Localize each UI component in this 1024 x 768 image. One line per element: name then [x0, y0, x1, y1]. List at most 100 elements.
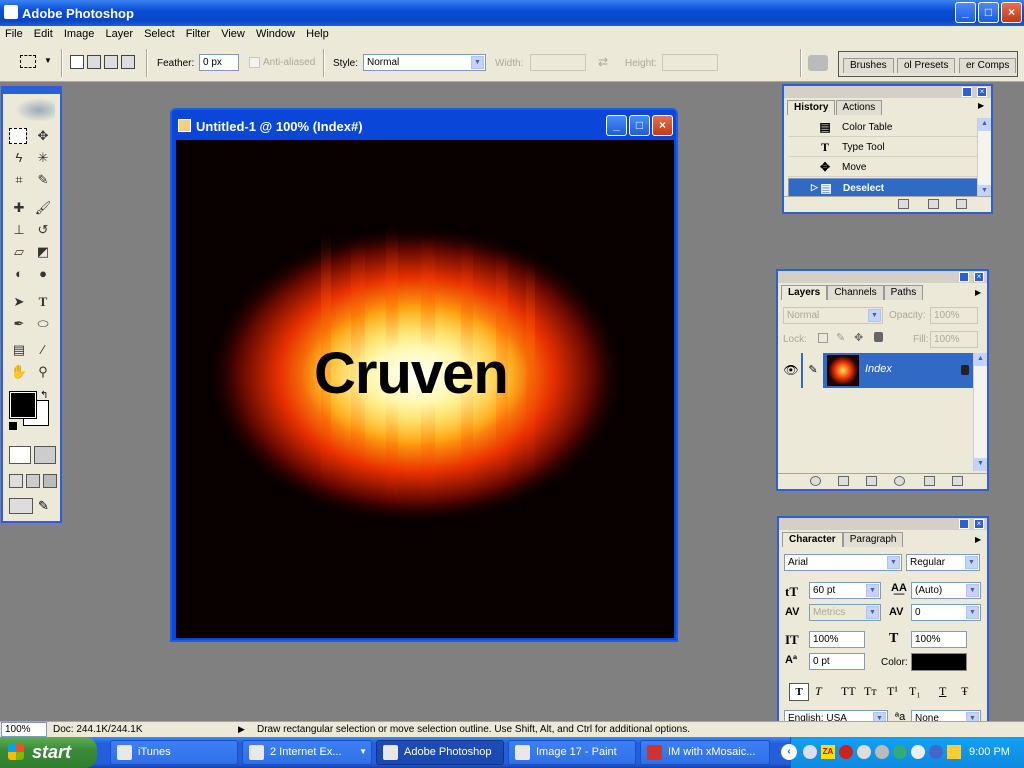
zoom-input[interactable]: 100% [1, 722, 47, 737]
opacity-input[interactable]: 100% [930, 307, 978, 324]
height-input[interactable] [662, 54, 718, 71]
tray-app-icon[interactable] [911, 745, 925, 759]
clone-stamp-icon[interactable]: ⊥ [9, 220, 29, 239]
taskbar-item-itunes[interactable]: iTunes [110, 740, 238, 765]
magic-wand-icon[interactable]: ✳ [33, 148, 53, 167]
tab-character[interactable]: Character [782, 532, 843, 547]
menu-view[interactable]: View [216, 26, 245, 40]
foreground-color-swatch[interactable] [9, 391, 37, 419]
dodge-icon[interactable]: ● [33, 264, 53, 283]
eye-icon[interactable]: 👁 [781, 353, 801, 388]
blur-icon[interactable]: ◐ [9, 264, 29, 283]
history-item[interactable]: ✥ Move [788, 158, 978, 177]
kerning-select[interactable]: Metrics ▼ [809, 604, 881, 621]
all-caps-button[interactable]: TT [841, 684, 856, 699]
jump-to-imageready-icon[interactable] [9, 498, 33, 514]
lasso-icon[interactable]: ϟ [9, 148, 29, 167]
tab-actions[interactable]: Actions [835, 100, 883, 115]
baseline-shift-input[interactable]: 0 pt [809, 653, 865, 670]
history-scrollbar[interactable]: ▲ ▼ [977, 118, 991, 198]
small-caps-button[interactable]: Tт [864, 684, 877, 699]
brush-icon[interactable]: 🖌 [33, 198, 53, 217]
layer-name[interactable]: Index [865, 363, 892, 375]
taskbar-item-paint[interactable]: Image 17 - Paint [508, 740, 636, 765]
new-document-from-state-icon[interactable] [898, 199, 909, 209]
menu-image[interactable]: Image [59, 26, 95, 40]
width-input[interactable] [530, 54, 586, 71]
intersect-selection-icon[interactable] [121, 55, 135, 69]
blend-mode-select[interactable]: Normal ▼ [783, 307, 883, 324]
horizontal-scale-input[interactable]: 100% [911, 631, 967, 648]
brush-icon[interactable]: ✎ [803, 353, 823, 388]
edit-icon[interactable]: ✎ [38, 498, 56, 514]
panel-close-button[interactable]: × [974, 519, 984, 529]
image-canvas[interactable]: Cruven [176, 140, 674, 638]
underline-button[interactable]: T [939, 684, 946, 699]
doc-maximize-button[interactable]: □ [629, 115, 650, 136]
taskbar-item-internet-explorer[interactable]: 2 Internet Ex... ▼ [242, 740, 372, 765]
eyedropper-icon[interactable]: ⁄ [33, 340, 53, 359]
path-selection-icon[interactable]: ➤ [9, 292, 29, 311]
paint-bucket-icon[interactable]: ◩ [33, 242, 53, 261]
slice-icon[interactable]: ✎ [33, 170, 53, 189]
panel-close-button[interactable]: × [974, 272, 984, 282]
menu-window[interactable]: Window [251, 26, 295, 40]
tray-app-icon[interactable] [929, 745, 943, 759]
style-select[interactable]: Normal ▼ [363, 54, 486, 71]
tray-app-icon[interactable] [803, 745, 817, 759]
history-item[interactable]: T Type Tool [788, 138, 978, 157]
font-family-select[interactable]: Arial ▼ [784, 554, 902, 571]
tracking-select[interactable]: 0 ▼ [911, 604, 981, 621]
menu-layer[interactable]: Layer [100, 26, 133, 40]
lock-all-icon[interactable] [874, 332, 883, 342]
show-hidden-icons-icon[interactable]: ‹ [781, 744, 797, 760]
tray-app-icon[interactable] [857, 745, 871, 759]
hand-icon[interactable]: ✋ [9, 362, 29, 381]
feather-input[interactable]: 0 px [199, 54, 239, 71]
tab-channels[interactable]: Channels [827, 285, 884, 300]
feather-logo-icon[interactable] [15, 98, 55, 122]
default-colors-icon[interactable] [9, 422, 17, 430]
panel-minimize-button[interactable] [959, 272, 969, 282]
menu-select[interactable]: Select [139, 26, 175, 40]
maximize-button[interactable]: □ [978, 2, 999, 23]
notes-icon[interactable]: ▤ [9, 340, 29, 359]
panel-minimize-button[interactable] [962, 87, 972, 97]
palette-tab-layer-comps[interactable]: er Comps [959, 58, 1017, 73]
adjustment-layer-icon[interactable] [894, 476, 905, 486]
lock-position-icon[interactable]: ✥ [854, 331, 863, 344]
panel-menu-arrow-icon[interactable]: ▶ [975, 288, 981, 297]
layer-row-index[interactable]: 👁 ✎ Index [781, 353, 973, 388]
panel-minimize-button[interactable] [959, 519, 969, 529]
menu-file[interactable]: File [0, 26, 23, 40]
menu-filter[interactable]: Filter [181, 26, 210, 40]
layer-mask-icon[interactable] [838, 476, 849, 486]
crop-icon[interactable]: ⌗ [9, 170, 29, 189]
text-color-swatch[interactable] [911, 653, 967, 671]
clock[interactable]: 9:00 PM [969, 746, 1010, 758]
minimize-button[interactable]: _ [955, 2, 976, 23]
subtract-selection-icon[interactable] [104, 55, 118, 69]
vertical-scale-input[interactable]: 100% [809, 631, 865, 648]
font-style-select[interactable]: Regular ▼ [906, 554, 980, 571]
leading-select[interactable]: (Auto) ▼ [911, 582, 981, 599]
taskbar-item-photoshop[interactable]: Adobe Photoshop [376, 740, 504, 765]
scroll-up-icon[interactable]: ▲ [978, 118, 991, 131]
font-size-select[interactable]: 60 pt ▼ [809, 582, 881, 599]
lock-paint-icon[interactable]: ✎ [836, 331, 845, 344]
fill-input[interactable]: 100% [930, 331, 978, 348]
eraser-icon[interactable]: ▱ [9, 242, 29, 261]
history-brush-icon[interactable]: ↺ [33, 220, 53, 239]
palette-tab-brushes[interactable]: Brushes [843, 58, 894, 73]
screen-mode-standard-icon[interactable] [9, 474, 23, 488]
doc-minimize-button[interactable]: _ [606, 115, 627, 136]
swap-icon[interactable]: ⇄ [598, 55, 608, 69]
pen-icon[interactable]: ✒ [9, 314, 29, 333]
healing-brush-icon[interactable]: ✚ [9, 198, 29, 217]
subscript-button[interactable]: T₁ [909, 684, 921, 699]
ellipse-icon[interactable]: ⬭ [33, 314, 53, 333]
strikethrough-button[interactable]: Ŧ [961, 684, 968, 699]
type-tool-icon[interactable]: T [33, 292, 53, 311]
tab-paths[interactable]: Paths [883, 285, 924, 300]
marquee-preset-icon[interactable] [20, 55, 36, 68]
